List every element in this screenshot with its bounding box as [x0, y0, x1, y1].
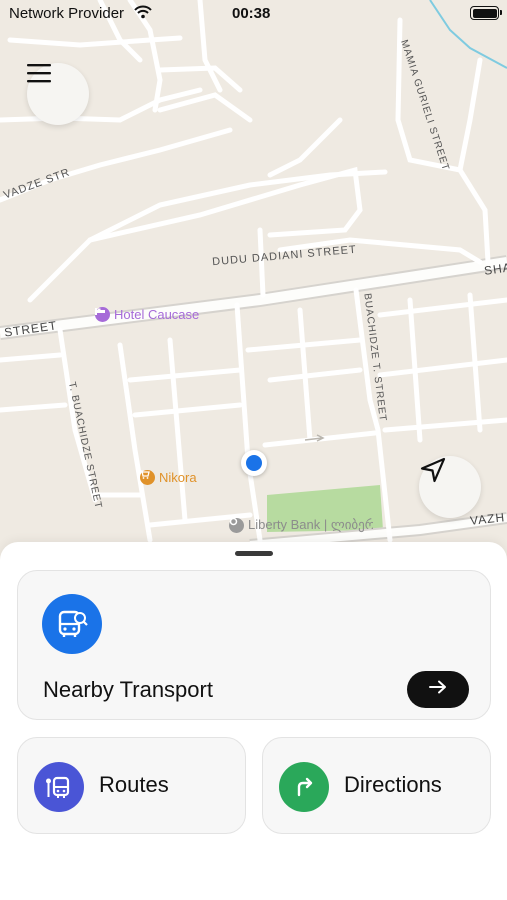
directions-card[interactable]: Directions: [262, 737, 491, 834]
bank-icon: [229, 517, 244, 533]
turn-right-icon: [279, 762, 329, 812]
carrier-name: Network Provider: [9, 5, 125, 22]
poi-nikora[interactable]: Nikora: [140, 470, 197, 485]
routes-title: Routes: [99, 772, 169, 797]
poi-hotel-caucase[interactable]: Hotel Caucase: [95, 307, 199, 322]
routes-card[interactable]: Routes: [17, 737, 246, 834]
menu-button[interactable]: [27, 63, 89, 125]
street-label-sha: SHA: [483, 260, 507, 278]
nearby-transport-card[interactable]: Nearby Transport: [17, 570, 491, 720]
poi-nikora-label: Nikora: [159, 470, 197, 485]
bus-search-icon: [42, 594, 102, 654]
wifi-icon: [134, 5, 152, 24]
status-bar: Network Provider 00:38: [0, 0, 507, 28]
directions-title: Directions: [344, 772, 442, 797]
poi-liberty-label: Liberty Bank | ლიბერთი ბანკი: [248, 517, 373, 532]
locate-me-button[interactable]: [419, 456, 481, 518]
map-view[interactable]: VADZE STR DUDU DADIANI STREET STREET SHA…: [0, 0, 507, 560]
poi-hotel-label: Hotel Caucase: [114, 307, 200, 322]
arrow-right-icon: [429, 680, 447, 699]
battery-icon: [470, 6, 502, 20]
bed-icon: [95, 307, 110, 322]
bus-route-icon: [34, 762, 84, 812]
nearby-transport-go-button[interactable]: [407, 671, 469, 708]
sheet-grabber-handle[interactable]: [235, 551, 273, 556]
status-time: 00:38: [232, 5, 271, 22]
nearby-transport-title: Nearby Transport: [43, 677, 213, 702]
poi-liberty-bank[interactable]: Liberty Bank | ლიბერთი ბანკი: [229, 517, 373, 533]
user-location-marker: [241, 450, 267, 476]
shopping-cart-icon: [140, 470, 155, 485]
bottom-sheet[interactable]: Nearby Transport Routes Directions: [0, 542, 507, 900]
